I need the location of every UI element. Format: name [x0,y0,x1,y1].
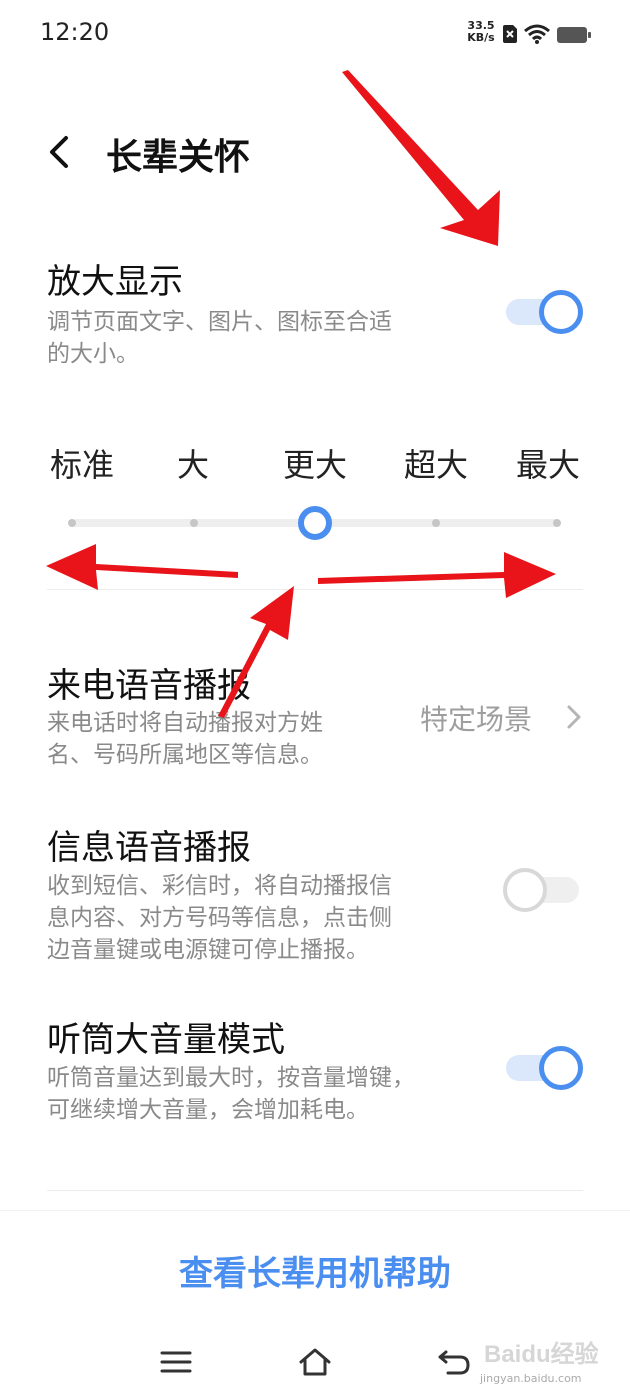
message-desc-line: 收到短信、彩信时，将自动播报信 [47,873,392,899]
size-slider-dot [553,519,561,527]
size-option-extra-large[interactable]: 超大 [386,440,486,486]
zoom-display-title: 放大显示 [47,262,183,302]
earpiece-desc-line: 可继续增大音量，会增加耗电。 [47,1097,369,1123]
message-broadcast-title: 信息语音播报 [47,828,251,868]
toggle-knob [539,290,583,334]
size-slider-dot [190,519,198,527]
message-broadcast-desc: 收到短信、彩信时，将自动播报信 息内容、对方号码等信息，点击侧 边音量键或电源键… [47,870,447,966]
status-time: 12:20 [40,18,110,46]
message-broadcast-toggle[interactable] [503,868,581,912]
size-option-large[interactable]: 大 [143,440,243,486]
earpiece-desc-line: 听筒音量达到最大时，按音量增键， [47,1065,415,1091]
size-slider-dot [432,519,440,527]
footer-divider [0,1210,630,1211]
toggle-knob [539,1046,583,1090]
section-divider [47,1190,583,1191]
battery-icon [557,27,591,43]
zoom-display-desc-line: 调节页面文字、图片、图标至合适 [47,309,392,335]
watermark-logo-text: Baidu经验 [484,1340,599,1368]
message-desc-line: 息内容、对方号码等信息，点击侧 [47,905,392,931]
toggle-knob [503,868,547,912]
incoming-call-scenario-value[interactable]: 特定场景 [420,698,532,738]
size-option-largest[interactable]: 最大 [498,440,598,486]
home-icon[interactable] [297,1344,333,1380]
network-speed: 33.5 KB/s [462,20,500,44]
size-slider-thumb[interactable] [298,506,332,540]
status-bar: 12:20 33.5 KB/s [0,0,630,70]
zoom-display-toggle[interactable] [506,290,584,334]
incoming-call-broadcast-title[interactable]: 来电语音播报 [47,658,251,707]
size-slider-dot [68,519,76,527]
incoming-call-desc-line: 名、号码所属地区等信息。 [47,742,323,768]
earpiece-loud-mode-title: 听筒大音量模式 [47,1020,285,1060]
message-desc-line: 边音量键或电源键可停止播报。 [47,937,369,963]
chevron-right-icon[interactable] [566,704,582,730]
section-divider [47,589,583,590]
annotation-arrow [318,552,556,598]
back-icon[interactable] [436,1344,472,1380]
page-title: 长辈关怀 [106,137,251,178]
size-option-standard[interactable]: 标准 [32,440,132,486]
earpiece-loud-mode-desc: 听筒音量达到最大时，按音量增键， 可继续增大音量，会增加耗电。 [47,1062,447,1126]
size-option-larger[interactable]: 更大 [265,440,365,486]
annotation-arrow [342,70,500,246]
incoming-call-desc-line: 来电话时将自动播报对方姓 [47,710,323,736]
earpiece-loud-mode-toggle[interactable] [506,1046,584,1090]
watermark-url: jingyan.baidu.com [480,1372,582,1385]
wifi-icon [524,24,550,44]
annotation-arrow [46,544,238,590]
zoom-display-desc-line: 的大小。 [47,341,139,367]
no-sim-icon [503,25,517,43]
menu-icon[interactable] [158,1344,194,1380]
zoom-display-desc: 调节页面文字、图片、图标至合适 的大小。 [47,306,447,370]
network-speed-unit: KB/s [467,31,495,44]
incoming-call-broadcast-desc: 来电话时将自动播报对方姓 名、号码所属地区等信息。 [47,707,447,771]
chevron-left-icon[interactable] [44,134,74,170]
help-link[interactable]: 查看长辈用机帮助 [0,1246,630,1295]
